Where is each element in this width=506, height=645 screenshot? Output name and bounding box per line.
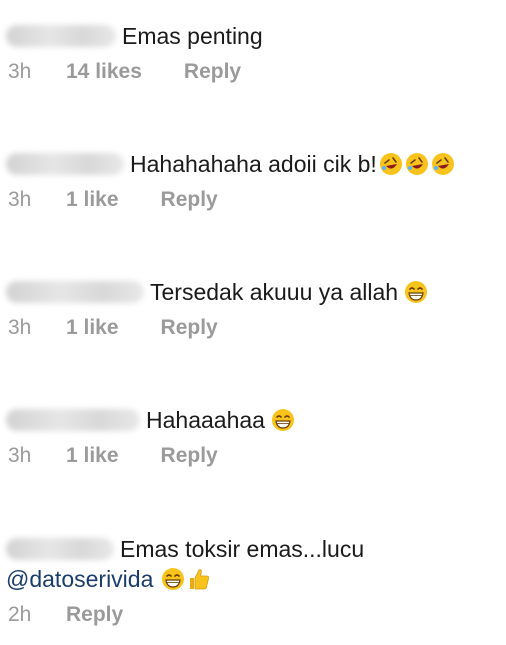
grinning-face-icon	[405, 281, 428, 303]
comment-time: 2h	[8, 603, 32, 626]
comment-body: Hahahahaha adoii cik b!	[0, 150, 506, 178]
grinning-face-icon	[271, 409, 294, 431]
comment-body-continued: @datoserivida	[0, 565, 506, 593]
comment-likes[interactable]: 1 like	[66, 316, 119, 340]
username-blurred[interactable]	[6, 281, 144, 303]
comment-time: 3h	[8, 188, 32, 211]
mention-link[interactable]: @datoserivida	[6, 565, 153, 593]
reply-button[interactable]: Reply	[161, 188, 218, 212]
comment-body: Hahaaahaa	[0, 406, 506, 434]
rolling-laughing-icon	[379, 153, 402, 175]
comment-item: Hahahahaha adoii cik b! 3h 1 like Reply	[0, 150, 506, 212]
reply-button[interactable]: Reply	[184, 60, 241, 84]
comment-item: Hahaaahaa 3h 1 like Reply	[0, 406, 506, 468]
comment-item: Emas penting 3h 14 likes Reply	[0, 22, 506, 84]
comment-item: Emas toksir emas...lucu @datoserivida 2h…	[0, 535, 506, 627]
comment-meta: 3h 1 like Reply	[0, 188, 506, 212]
comment-text: Tersedak akuuu ya allah	[150, 279, 399, 305]
username-blurred[interactable]	[6, 153, 124, 175]
comment-text: Emas penting	[122, 23, 263, 49]
comment-meta: 3h 14 likes Reply	[0, 60, 506, 84]
comment-body: Tersedak akuuu ya allah	[0, 278, 506, 306]
comment-likes[interactable]: 1 like	[66, 444, 119, 468]
comment-body: Emas penting	[0, 22, 506, 50]
comment-time: 3h	[8, 60, 32, 83]
comment-likes[interactable]: 1 like	[66, 188, 119, 212]
comment-time: 3h	[8, 316, 32, 339]
username-blurred[interactable]	[6, 409, 140, 431]
reply-button[interactable]: Reply	[161, 316, 218, 340]
username-blurred[interactable]	[6, 25, 116, 47]
comment-text: Hahahahaha adoii cik b!	[130, 151, 377, 177]
comment-meta: 2h Reply	[0, 603, 506, 627]
reply-button[interactable]: Reply	[66, 603, 123, 627]
comment-body: Emas toksir emas...lucu	[0, 535, 506, 563]
comment-text: Emas toksir emas...lucu	[120, 536, 365, 562]
comment-meta: 3h 1 like Reply	[0, 444, 506, 468]
reply-button[interactable]: Reply	[161, 444, 218, 468]
comment-meta: 3h 1 like Reply	[0, 316, 506, 340]
rolling-laughing-icon	[405, 153, 428, 175]
rolling-laughing-icon	[431, 153, 454, 175]
comment-time: 3h	[8, 444, 32, 467]
comment-text: Hahaaahaa	[146, 407, 265, 433]
grinning-face-icon	[162, 568, 185, 590]
comment-item: Tersedak akuuu ya allah 3h 1 like Reply	[0, 278, 506, 340]
username-blurred[interactable]	[6, 538, 114, 560]
thumbs-up-icon	[190, 569, 210, 590]
comment-likes[interactable]: 14 likes	[66, 60, 142, 84]
